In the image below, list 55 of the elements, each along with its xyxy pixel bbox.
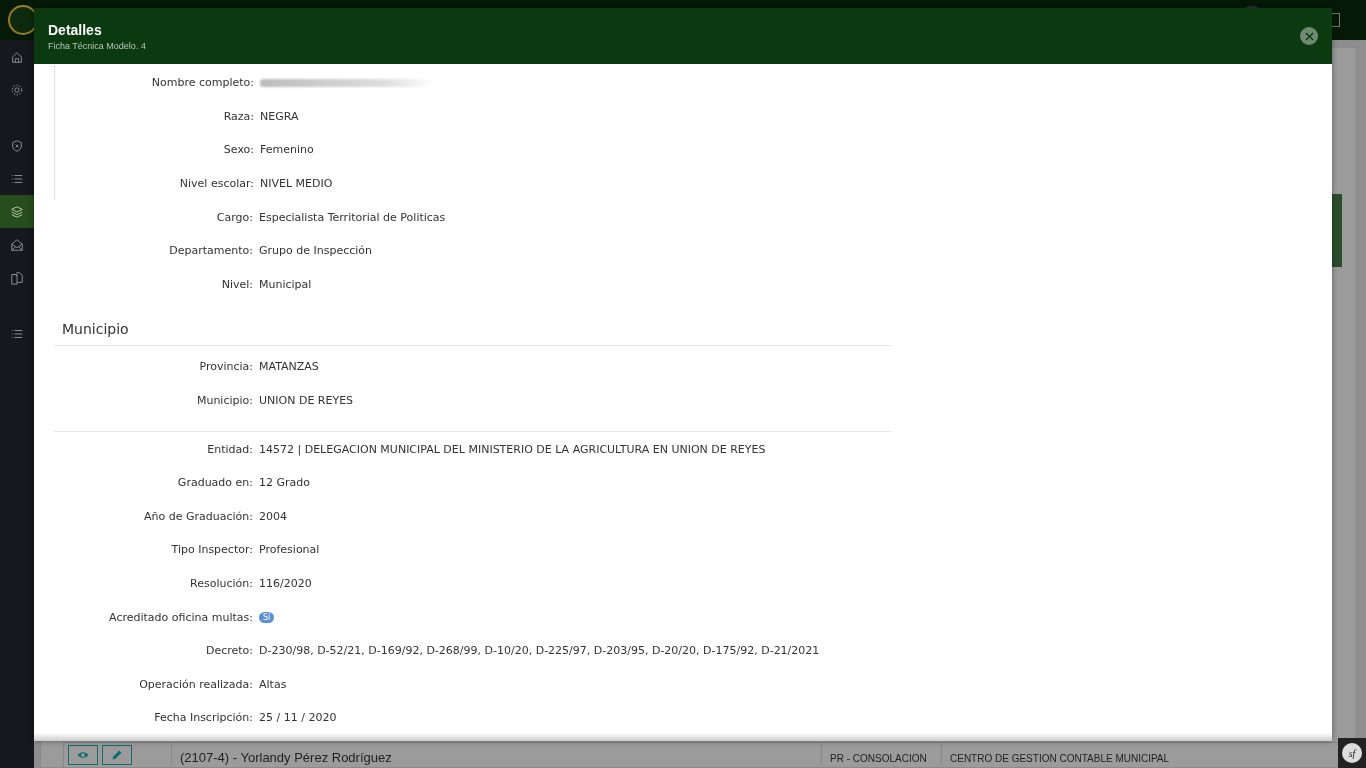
field-label: Decreto:: [204, 644, 253, 658]
field-value: Profesional: [259, 543, 321, 557]
home-icon: [10, 49, 24, 64]
field-label: Año de Graduación:: [143, 509, 253, 523]
field-value: Femenino: [260, 143, 315, 157]
field-value: MATANZAS: [259, 360, 320, 374]
field-label: Operación realizada:: [138, 677, 253, 691]
field-value: UNION DE REYES: [259, 394, 355, 408]
field-label: Fecha Inscripción:: [153, 711, 253, 725]
field-value: Altas: [259, 677, 288, 691]
field-value: 2004: [259, 509, 288, 523]
section-heading: Municipio: [54, 301, 891, 347]
sidebar-item[interactable]: [0, 195, 34, 228]
close-icon: [1304, 31, 1314, 41]
eye-icon: [77, 749, 89, 761]
field-value: Grupo de Inspección: [259, 244, 374, 258]
close-button[interactable]: [1300, 27, 1318, 45]
field-label: Departamento:: [168, 244, 253, 258]
field-label: Raza:: [222, 109, 254, 123]
edit-button[interactable]: [102, 745, 132, 765]
field-value: NEGRA: [260, 109, 300, 123]
field-label: Entidad:: [206, 442, 253, 456]
field-label: Municipio:: [195, 394, 253, 408]
field-value: Especialista Territorial de Politicas: [259, 210, 447, 224]
field-label: Nombre completo:: [150, 76, 254, 90]
status-badge: Sí: [259, 611, 275, 623]
envelope-icon: [10, 237, 24, 252]
field-value: Municipal: [259, 277, 313, 291]
field-label: Resolución:: [189, 577, 253, 590]
field-label: Tipo Inspector:: [170, 543, 253, 557]
field-value: NIVEL MEDIO: [260, 177, 334, 191]
layers-icon: [10, 204, 24, 219]
copy-icon: [10, 270, 24, 285]
view-button[interactable]: [68, 745, 98, 765]
field-label: Cargo:: [215, 210, 253, 224]
table-cell: CENTRO DE GESTION CONTABLE MUNICIPAL: [941, 743, 1181, 765]
field-label: Nivel escolar:: [178, 177, 254, 191]
table-cell: (2107-4) - Yorlandy Pérez Rodríguez: [171, 743, 821, 765]
settings-icon: [10, 82, 24, 97]
field-label: Sexo:: [222, 143, 254, 157]
field-label: Provincia:: [198, 360, 253, 374]
field-value: 116/2020: [259, 577, 313, 590]
pencil-icon: [111, 749, 123, 761]
field-value: 14572 | DELEGACION MUNICIPAL DEL MINISTERIO DE LA AGRICULTURA EN UNION DE REYES: [259, 442, 767, 456]
shield-icon: [10, 138, 24, 153]
field-value: 25 / 11 / 2020: [259, 711, 338, 725]
debug-badge[interactable]: sf: [1342, 743, 1362, 763]
field-label: Nivel:: [220, 277, 253, 291]
modal-subtitle: Ficha Técnica Modelo. 4: [48, 40, 146, 51]
field-label: Graduado en:: [176, 476, 253, 490]
table-cell: PR - CONSOLACION: [821, 743, 941, 765]
field-value: D-230/98, D-52/21, D-169/92, D-268/99, D-10/20, D-225/97, D-203/95, D-20/20, D-175/92, D-21/2021: [259, 644, 821, 658]
modal-title: Detalles: [48, 21, 103, 38]
field-label: Acreditado oficina multas:: [108, 610, 253, 624]
field-value: 12 Grado: [259, 476, 311, 490]
